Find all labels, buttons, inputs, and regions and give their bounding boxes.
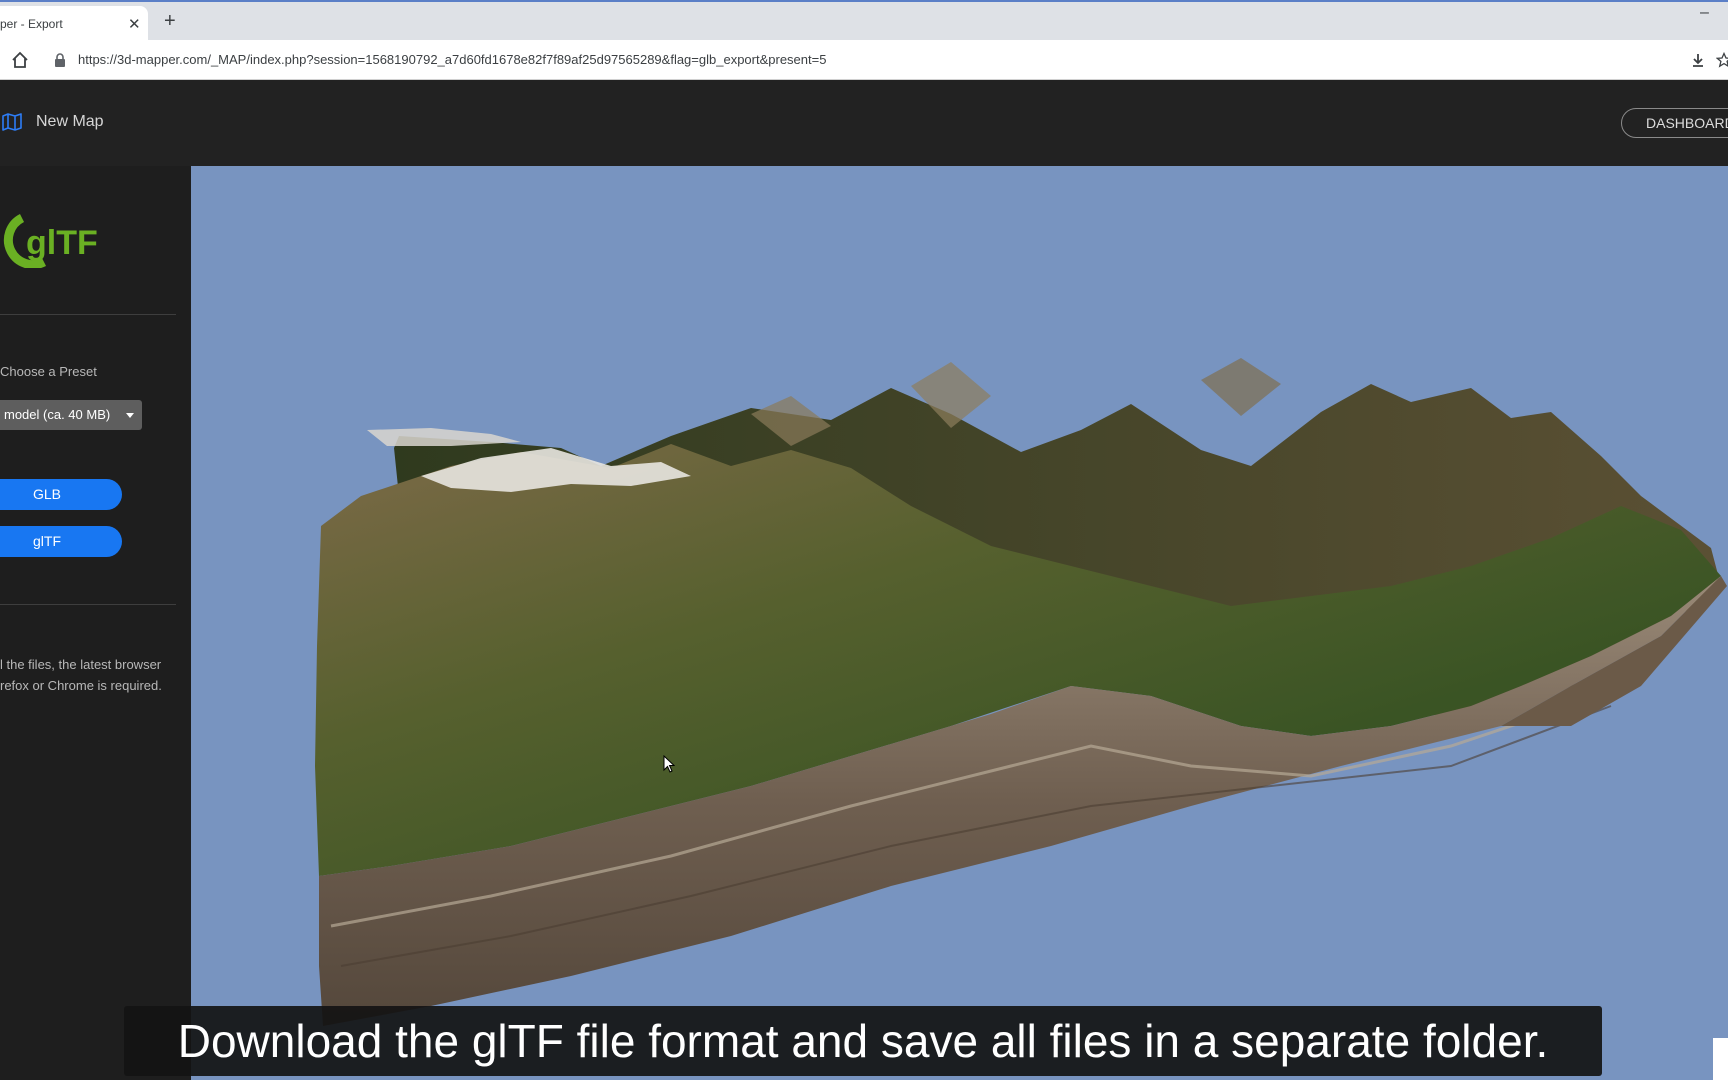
preset-dropdown[interactable]: model (ca. 40 MB) <box>0 400 142 430</box>
terrain-3d-viewport[interactable] <box>191 166 1728 1080</box>
mouse-cursor-icon <box>663 755 675 773</box>
info-line: l the files, the latest browser <box>0 657 162 672</box>
star-icon[interactable] <box>1716 52 1728 68</box>
preset-value: model (ca. 40 MB) <box>4 407 111 422</box>
browser-requirement-note: l the files, the latest browser refox or… <box>0 654 180 696</box>
app-header: New Map DASHBOARD <box>0 80 1728 166</box>
home-icon[interactable] <box>10 50 30 70</box>
lock-icon[interactable] <box>54 53 66 67</box>
info-line: refox or Chrome is required. <box>0 678 162 693</box>
gltf-logo: glTF <box>3 213 98 268</box>
sidebar-divider <box>0 314 176 315</box>
gltf-download-button[interactable]: glTF <box>0 526 122 557</box>
video-subtitle-caption: Download the glTF file format and save a… <box>124 1006 1602 1076</box>
minimize-icon[interactable]: – <box>1700 4 1709 22</box>
new-tab-icon[interactable]: + <box>164 10 176 33</box>
terrain-model <box>315 358 1727 1026</box>
svg-text:glTF: glTF <box>26 224 98 262</box>
close-tab-icon[interactable]: ✕ <box>128 15 141 33</box>
address-bar: https://3d-mapper.com/_MAP/index.php?ses… <box>0 40 1728 80</box>
glb-download-button[interactable]: GLB <box>0 479 122 510</box>
page-title[interactable]: New Map <box>36 113 104 131</box>
browser-tab-strip: per - Export ✕ + – <box>0 0 1728 42</box>
preset-label: Choose a Preset <box>0 364 97 379</box>
export-sidebar: glTF Choose a Preset model (ca. 40 MB) G… <box>0 166 191 1080</box>
sidebar-divider <box>0 604 176 605</box>
download-icon[interactable] <box>1690 52 1706 68</box>
chevron-down-icon <box>126 413 134 418</box>
map-icon <box>2 113 22 131</box>
browser-tab[interactable]: per - Export ✕ <box>0 6 148 42</box>
dashboard-button[interactable]: DASHBOARD <box>1621 108 1728 138</box>
tab-title: per - Export <box>0 17 63 31</box>
corner-overlay <box>1713 1038 1728 1080</box>
url-text[interactable]: https://3d-mapper.com/_MAP/index.php?ses… <box>78 52 826 67</box>
